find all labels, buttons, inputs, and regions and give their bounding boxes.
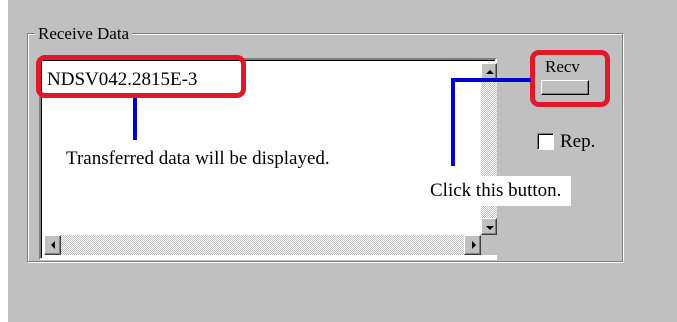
horizontal-scrollbar[interactable] xyxy=(44,235,481,255)
scroll-left-button[interactable] xyxy=(44,235,61,255)
button-pointer-line-horizontal xyxy=(451,78,531,82)
button-pointer-line-vertical xyxy=(451,78,455,166)
scroll-down-button[interactable] xyxy=(481,218,497,235)
triangle-down-icon xyxy=(486,226,494,230)
value-highlight xyxy=(36,55,246,98)
value-pointer-line xyxy=(133,98,137,140)
triangle-right-icon xyxy=(472,241,476,249)
vertical-scrollbar[interactable] xyxy=(481,63,497,235)
scrollbar-corner xyxy=(481,235,497,255)
triangle-left-icon xyxy=(51,241,55,249)
repeat-checkbox[interactable] xyxy=(537,133,554,150)
button-annotation: Click this button. xyxy=(420,176,572,206)
scroll-right-button[interactable] xyxy=(464,235,481,255)
groupbox-title: Receive Data xyxy=(35,24,133,44)
display-annotation: Transferred data will be displayed. xyxy=(58,146,338,172)
recv-button-highlight xyxy=(530,50,610,107)
repeat-checkbox-label: Rep. xyxy=(560,131,596,152)
triangle-up-icon xyxy=(486,70,494,74)
